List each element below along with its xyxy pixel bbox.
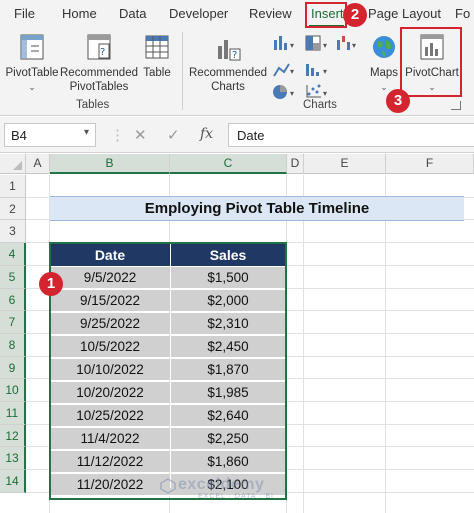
table-label: Table: [143, 67, 171, 79]
svg-text:?: ?: [232, 50, 237, 61]
maps-label: Maps: [369, 67, 399, 79]
statistic-chart-icon: ▾: [306, 64, 327, 76]
recommended-charts-label-2: Charts: [211, 81, 245, 93]
pivottable-label: PivotTable: [5, 67, 59, 79]
row-header-4[interactable]: 4: [0, 243, 26, 266]
tab-file[interactable]: File: [14, 6, 35, 21]
svg-text:▾: ▾: [323, 41, 327, 50]
svg-text:▾: ▾: [323, 89, 327, 98]
chevron-down-icon[interactable]: ▾: [84, 127, 89, 138]
callout-badge-2: 2: [343, 3, 367, 27]
selection-border: [49, 242, 287, 500]
row-header-11[interactable]: 11: [0, 402, 26, 425]
callout-badge-3: 3: [386, 89, 410, 113]
recommended-charts-button[interactable]: ? Recommended Charts: [188, 32, 268, 94]
row-header-8[interactable]: 8: [0, 334, 26, 357]
chart-type-gallery[interactable]: ▾ ▾ ▾ ▾ ▾ ▾ ▾: [272, 34, 362, 100]
line-chart-icon: ▾: [273, 63, 294, 77]
gridline: [303, 175, 304, 513]
svg-text:▾: ▾: [290, 67, 294, 76]
dialog-launcher-icon[interactable]: [451, 101, 461, 110]
tab-review[interactable]: Review: [249, 6, 292, 21]
recommended-charts-label-1: Recommended: [189, 67, 267, 79]
tab-home[interactable]: Home: [62, 6, 97, 21]
row-header-9[interactable]: 9: [0, 357, 26, 379]
watermark-text: exceldemy: [178, 476, 265, 493]
waterfall-chart-icon: ▾: [337, 36, 356, 50]
name-box-value: B4: [11, 128, 27, 143]
recommended-pivottables-icon: ?: [87, 34, 111, 60]
column-header-a[interactable]: A: [26, 154, 50, 174]
recommended-pivottables-label-1: Recommended: [60, 67, 138, 79]
tables-group-label: Tables: [76, 99, 110, 111]
svg-text:▾: ▾: [352, 41, 356, 50]
chevron-down-icon: ⌄: [28, 82, 36, 92]
row-header-10[interactable]: 10: [0, 379, 26, 402]
formula-input[interactable]: Date: [228, 123, 474, 147]
column-header-d[interactable]: D: [287, 154, 304, 174]
column-header-e[interactable]: E: [304, 154, 386, 174]
select-all-corner[interactable]: [0, 154, 26, 174]
tab-data[interactable]: Data: [119, 6, 146, 21]
pivottable-icon: [20, 34, 44, 60]
pie-chart-icon: ▾: [273, 85, 294, 99]
ribbon-tab-bar: File Home Data Developer Review Insert P…: [0, 0, 474, 28]
charts-group-label: Charts: [303, 99, 337, 111]
watermark-subtext: EXCEL · DATA · BI: [198, 493, 274, 500]
row-header-13[interactable]: 13: [0, 447, 26, 470]
ribbon-separator: [182, 32, 183, 110]
tab-developer[interactable]: Developer: [169, 6, 228, 21]
row-header-6[interactable]: 6: [0, 289, 26, 311]
column-header-c[interactable]: C: [170, 154, 287, 174]
insert-tab-highlight: [305, 2, 347, 28]
pivotchart-highlight: [400, 27, 462, 97]
pivottable-button[interactable]: PivotTable ⌄: [4, 32, 60, 94]
watermark-logo-icon: [160, 478, 176, 494]
globe-icon: [373, 36, 395, 58]
sheet-title[interactable]: Employing Pivot Table Timeline: [50, 196, 464, 221]
svg-text:▾: ▾: [323, 67, 327, 76]
recommended-pivottables-label-2: PivotTables: [69, 81, 129, 93]
enter-icon[interactable]: ✓: [167, 126, 180, 144]
maps-button[interactable]: Maps ⌄: [366, 32, 402, 94]
row-header-2[interactable]: 2: [0, 198, 26, 220]
row-header-12[interactable]: 12: [0, 425, 26, 447]
insert-function-icon[interactable]: fx: [200, 126, 213, 142]
recommended-charts-icon: ?: [218, 40, 241, 61]
column-header-b[interactable]: B: [50, 154, 170, 174]
recommended-pivottables-button[interactable]: ? Recommended PivotTables: [60, 32, 138, 94]
table-icon: [145, 35, 169, 59]
row-header-14[interactable]: 14: [0, 470, 26, 493]
hierarchy-chart-icon: ▾: [305, 35, 327, 51]
column-header-f[interactable]: F: [386, 154, 474, 174]
cancel-icon[interactable]: ✕: [134, 126, 147, 144]
row-header-3[interactable]: 3: [0, 220, 26, 243]
svg-text:▾: ▾: [290, 41, 294, 50]
tab-page-layout[interactable]: Page Layout: [368, 6, 441, 21]
gridline: [385, 175, 386, 513]
name-box[interactable]: B4 ▾: [4, 123, 96, 147]
row-header-1[interactable]: 1: [0, 175, 26, 198]
more-options-icon: ⋮: [110, 127, 125, 144]
scatter-chart-icon: ▾: [306, 84, 327, 98]
table-button[interactable]: Table: [140, 32, 174, 80]
column-chart-icon: ▾: [274, 36, 294, 50]
svg-text:?: ?: [100, 47, 105, 58]
tab-formulas[interactable]: Fo: [455, 6, 470, 21]
svg-text:▾: ▾: [290, 89, 294, 98]
row-header-5[interactable]: 5: [0, 266, 26, 289]
row-header-7[interactable]: 7: [0, 311, 26, 334]
formula-bar: B4 ▾ ⋮ ✕ ✓ fx Date: [0, 117, 474, 153]
callout-badge-1: 1: [39, 272, 63, 296]
